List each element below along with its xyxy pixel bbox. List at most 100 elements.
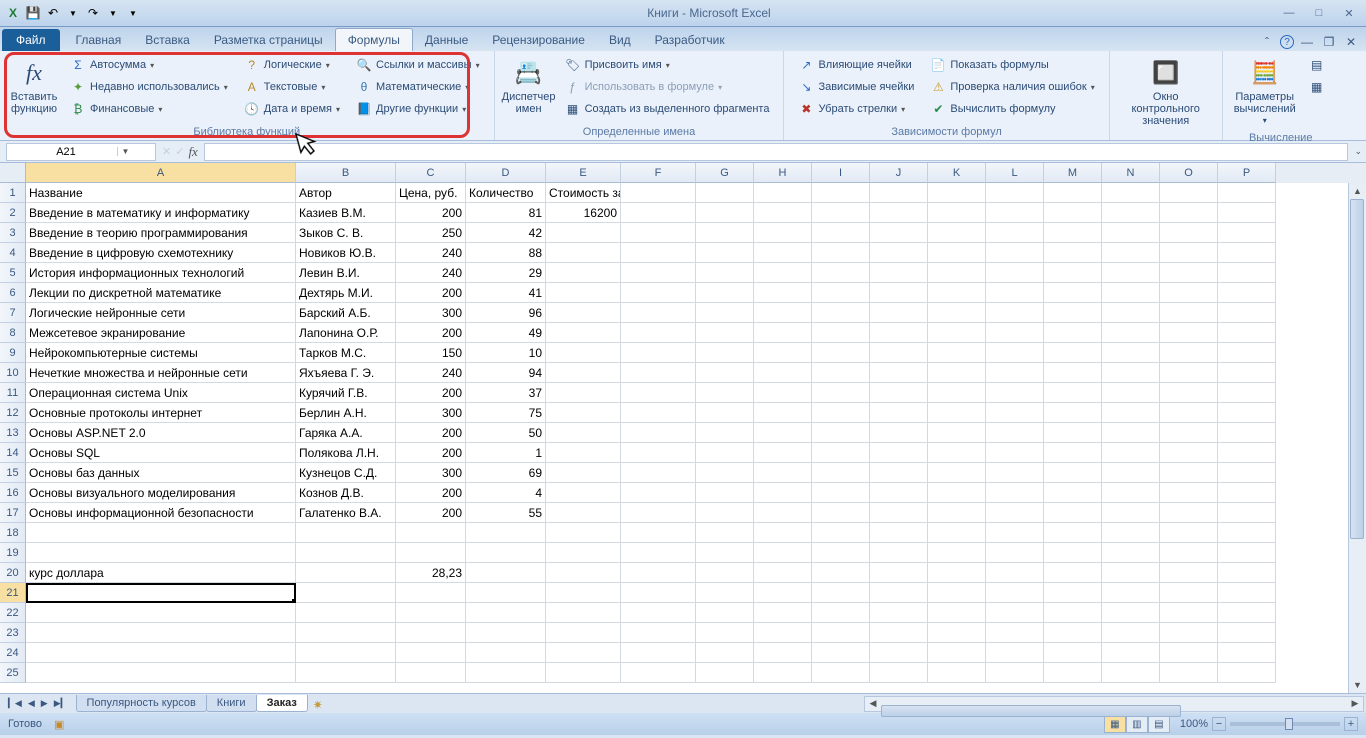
cell-I9[interactable] (812, 343, 870, 363)
cell-N4[interactable] (1102, 243, 1160, 263)
cell-N22[interactable] (1102, 603, 1160, 623)
cell-L16[interactable] (986, 483, 1044, 503)
cell-J12[interactable] (870, 403, 928, 423)
col-header-C[interactable]: C (396, 163, 466, 183)
cell-P19[interactable] (1218, 543, 1276, 563)
cell-I10[interactable] (812, 363, 870, 383)
cell-P22[interactable] (1218, 603, 1276, 623)
cell-L12[interactable] (986, 403, 1044, 423)
cell-M1[interactable] (1044, 183, 1102, 203)
cell-M14[interactable] (1044, 443, 1102, 463)
cell-C22[interactable] (396, 603, 466, 623)
cancel-formula-icon[interactable]: ✕ (162, 145, 171, 158)
cell-F25[interactable] (621, 663, 696, 683)
cell-B2[interactable]: Казиев В.М. (296, 203, 396, 223)
cell-H8[interactable] (754, 323, 812, 343)
cell-L24[interactable] (986, 643, 1044, 663)
redo-icon[interactable]: ↷ (84, 4, 102, 22)
cell-G10[interactable] (696, 363, 754, 383)
cell-O7[interactable] (1160, 303, 1218, 323)
show-formulas-button[interactable]: 📄Показать формулы (926, 55, 1098, 75)
cell-N13[interactable] (1102, 423, 1160, 443)
tab-view[interactable]: Вид (597, 29, 643, 51)
cell-E19[interactable] (546, 543, 621, 563)
cell-C18[interactable] (396, 523, 466, 543)
undo-dd-icon[interactable]: ▼ (64, 4, 82, 22)
trace-precedents-button[interactable]: ↗Влияющие ячейки (794, 55, 918, 75)
cell-B6[interactable]: Дехтярь М.И. (296, 283, 396, 303)
cell-D18[interactable] (466, 523, 546, 543)
cell-L4[interactable] (986, 243, 1044, 263)
cell-B12[interactable]: Берлин А.Н. (296, 403, 396, 423)
row-header-14[interactable]: 14 (0, 443, 26, 463)
cell-B10[interactable]: Яхъяева Г. Э. (296, 363, 396, 383)
cell-F1[interactable] (621, 183, 696, 203)
cell-E11[interactable] (546, 383, 621, 403)
cell-A3[interactable]: Введение в теорию программирования (26, 223, 296, 243)
cell-L23[interactable] (986, 623, 1044, 643)
cell-A11[interactable]: Операционная система Unix (26, 383, 296, 403)
cell-P5[interactable] (1218, 263, 1276, 283)
cell-N23[interactable] (1102, 623, 1160, 643)
cell-O17[interactable] (1160, 503, 1218, 523)
cell-L5[interactable] (986, 263, 1044, 283)
cell-F2[interactable] (621, 203, 696, 223)
cell-D15[interactable]: 69 (466, 463, 546, 483)
cell-P7[interactable] (1218, 303, 1276, 323)
cell-L15[interactable] (986, 463, 1044, 483)
cell-D7[interactable]: 96 (466, 303, 546, 323)
cell-I1[interactable] (812, 183, 870, 203)
cell-L14[interactable] (986, 443, 1044, 463)
cell-H7[interactable] (754, 303, 812, 323)
cell-L3[interactable] (986, 223, 1044, 243)
row-header-2[interactable]: 2 (0, 203, 26, 223)
cell-N9[interactable] (1102, 343, 1160, 363)
cell-A22[interactable] (26, 603, 296, 623)
row-header-11[interactable]: 11 (0, 383, 26, 403)
cell-A2[interactable]: Введение в математику и информатику (26, 203, 296, 223)
cell-J15[interactable] (870, 463, 928, 483)
col-header-B[interactable]: B (296, 163, 396, 183)
name-box-input[interactable] (7, 146, 117, 158)
cell-K20[interactable] (928, 563, 986, 583)
cell-C17[interactable]: 200 (396, 503, 466, 523)
tab-insert[interactable]: Вставка (133, 29, 202, 51)
cell-H10[interactable] (754, 363, 812, 383)
cell-E18[interactable] (546, 523, 621, 543)
cell-O5[interactable] (1160, 263, 1218, 283)
cell-D17[interactable]: 55 (466, 503, 546, 523)
cell-E20[interactable] (546, 563, 621, 583)
cell-C11[interactable]: 200 (396, 383, 466, 403)
cell-D23[interactable] (466, 623, 546, 643)
cell-E23[interactable] (546, 623, 621, 643)
cell-N17[interactable] (1102, 503, 1160, 523)
cell-P2[interactable] (1218, 203, 1276, 223)
cell-C20[interactable]: 28,23 (396, 563, 466, 583)
cell-J5[interactable] (870, 263, 928, 283)
macro-record-icon[interactable]: ▣ (54, 718, 64, 731)
cell-M13[interactable] (1044, 423, 1102, 443)
cell-D22[interactable] (466, 603, 546, 623)
recently-used-button[interactable]: ✦Недавно использовались▾ (66, 77, 232, 97)
cell-H23[interactable] (754, 623, 812, 643)
cell-F22[interactable] (621, 603, 696, 623)
cell-J9[interactable] (870, 343, 928, 363)
cell-E7[interactable] (546, 303, 621, 323)
cell-C12[interactable]: 300 (396, 403, 466, 423)
cell-A16[interactable]: Основы визуального моделирования (26, 483, 296, 503)
cell-K7[interactable] (928, 303, 986, 323)
cell-K4[interactable] (928, 243, 986, 263)
save-icon[interactable]: 💾 (24, 4, 42, 22)
use-in-formula-button[interactable]: ƒИспользовать в формуле▾ (561, 77, 774, 97)
cell-K8[interactable] (928, 323, 986, 343)
row-header-16[interactable]: 16 (0, 483, 26, 503)
cell-F21[interactable] (621, 583, 696, 603)
cell-K25[interactable] (928, 663, 986, 683)
cell-O9[interactable] (1160, 343, 1218, 363)
cell-A17[interactable]: Основы информационной безопасности (26, 503, 296, 523)
cell-G14[interactable] (696, 443, 754, 463)
cell-O2[interactable] (1160, 203, 1218, 223)
cell-G16[interactable] (696, 483, 754, 503)
view-pagelayout-button[interactable]: ▥ (1126, 715, 1148, 733)
cell-E2[interactable]: 16200 (546, 203, 621, 223)
